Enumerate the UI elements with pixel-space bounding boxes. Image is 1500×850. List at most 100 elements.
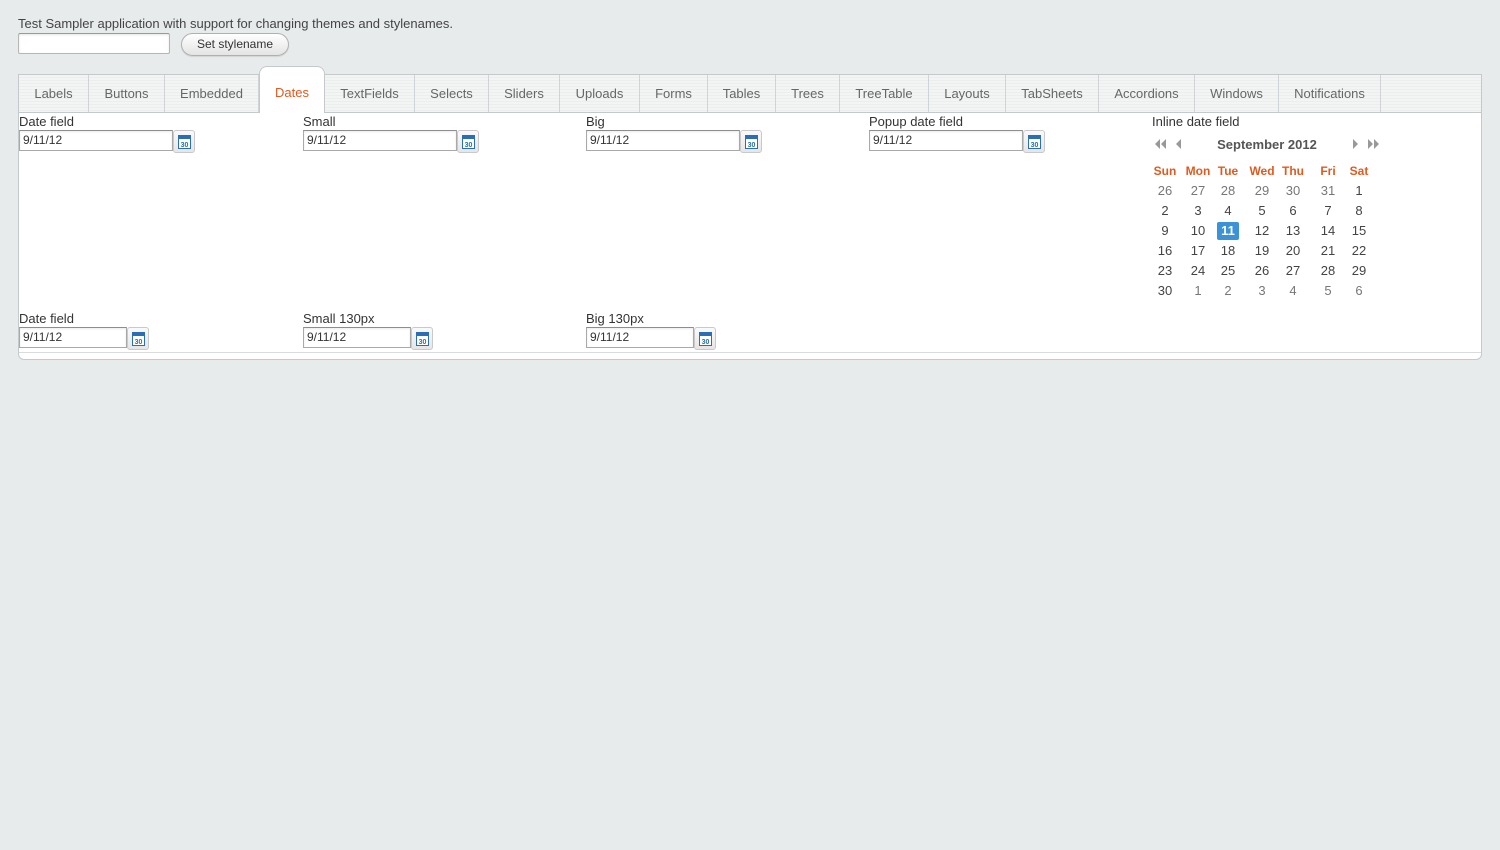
tab-tabsheets[interactable]: TabSheets xyxy=(1006,75,1099,112)
big-calendar-button[interactable]: 30 xyxy=(740,130,762,153)
next-month-button[interactable] xyxy=(1346,135,1364,153)
popup-date-input[interactable]: 9/11/12 xyxy=(869,130,1023,151)
calendar-day[interactable]: 24 xyxy=(1187,262,1209,280)
big-label: Big xyxy=(586,114,605,129)
weekday-label: Tue xyxy=(1217,164,1239,178)
calendar-day[interactable]: 5 xyxy=(1251,202,1273,220)
calendar-day[interactable]: 6 xyxy=(1348,282,1370,300)
inline-date-field-label: Inline date field xyxy=(1152,114,1240,129)
date-field-calendar-button-2[interactable]: 30 xyxy=(127,327,149,350)
big-date-input[interactable]: 9/11/12 xyxy=(586,130,740,151)
popup-calendar-button[interactable]: 30 xyxy=(1023,130,1045,153)
svg-text:30: 30 xyxy=(702,339,710,346)
calendar-day[interactable]: 12 xyxy=(1251,222,1273,240)
calendar-day[interactable]: 29 xyxy=(1348,262,1370,280)
calendar-day[interactable]: 26 xyxy=(1251,262,1273,280)
calendar-day[interactable]: 2 xyxy=(1154,202,1176,220)
calendar-day[interactable]: 19 xyxy=(1251,242,1273,260)
tab-notifications[interactable]: Notifications xyxy=(1279,75,1381,112)
calendar-day[interactable]: 1 xyxy=(1187,282,1209,300)
small-calendar-button[interactable]: 30 xyxy=(457,130,479,153)
tab-selects[interactable]: Selects xyxy=(415,75,489,112)
tab-labels[interactable]: Labels xyxy=(19,75,89,112)
stylename-input[interactable] xyxy=(18,33,170,54)
weekday-label: Fri xyxy=(1320,164,1336,178)
tab-sliders[interactable]: Sliders xyxy=(489,75,560,112)
weekday-label: Mon xyxy=(1185,164,1211,178)
calendar-day[interactable]: 1 xyxy=(1348,182,1370,200)
tab-treetable[interactable]: TreeTable xyxy=(840,75,929,112)
small-130px-label: Small 130px xyxy=(303,311,375,326)
calendar-day[interactable]: 21 xyxy=(1317,242,1339,260)
tab-windows[interactable]: Windows xyxy=(1195,75,1279,112)
set-stylename-button[interactable]: Set stylename xyxy=(181,33,289,56)
svg-text:30: 30 xyxy=(1031,142,1039,149)
double-right-arrow-icon xyxy=(1368,139,1379,149)
tab-tables[interactable]: Tables xyxy=(708,75,776,112)
big-130px-calendar-button[interactable]: 30 xyxy=(694,327,716,350)
small-130px-calendar-button[interactable]: 30 xyxy=(411,327,433,350)
date-field-input[interactable]: 9/11/12 xyxy=(19,130,173,151)
calendar-day[interactable]: 31 xyxy=(1317,182,1339,200)
tab-embedded[interactable]: Embedded xyxy=(165,75,259,112)
small-130px-input[interactable]: 9/11/12 xyxy=(303,327,411,348)
weekday-label: Sat xyxy=(1349,164,1369,178)
calendar-day[interactable]: 30 xyxy=(1282,182,1304,200)
right-arrow-icon xyxy=(1353,139,1358,149)
calendar-day[interactable]: 10 xyxy=(1187,222,1209,240)
calendar-day[interactable]: 27 xyxy=(1282,262,1304,280)
calendar-day[interactable]: 6 xyxy=(1282,202,1304,220)
calendar-day[interactable]: 13 xyxy=(1282,222,1304,240)
calendar-day[interactable]: 25 xyxy=(1217,262,1239,280)
calendar-day[interactable]: 5 xyxy=(1317,282,1339,300)
tab-dates[interactable]: Dates xyxy=(259,66,325,113)
calendar-day[interactable]: 20 xyxy=(1282,242,1304,260)
calendar-day[interactable]: 4 xyxy=(1217,202,1239,220)
calendar-day[interactable]: 17 xyxy=(1187,242,1209,260)
small-date-input[interactable]: 9/11/12 xyxy=(303,130,457,151)
date-field-input-2[interactable]: 9/11/12 xyxy=(19,327,127,348)
svg-text:30: 30 xyxy=(135,339,143,346)
tab-buttons[interactable]: Buttons xyxy=(89,75,165,112)
weekday-label: Thu xyxy=(1282,164,1304,178)
svg-text:30: 30 xyxy=(181,142,189,149)
next-year-button[interactable] xyxy=(1364,135,1382,153)
calendar-day[interactable]: 18 xyxy=(1217,242,1239,260)
calendar-day[interactable]: 15 xyxy=(1348,222,1370,240)
calendar-day[interactable]: 28 xyxy=(1217,182,1239,200)
date-field-label: Date field xyxy=(19,114,74,129)
calendar-day[interactable]: 9 xyxy=(1154,222,1176,240)
calendar-day[interactable]: 7 xyxy=(1317,202,1339,220)
calendar-day[interactable]: 27 xyxy=(1187,182,1209,200)
tab-uploads[interactable]: Uploads xyxy=(560,75,640,112)
calendar-day[interactable]: 8 xyxy=(1348,202,1370,220)
calendar-day[interactable]: 3 xyxy=(1187,202,1209,220)
calendar-day[interactable]: 3 xyxy=(1251,282,1273,300)
big-130px-label: Big 130px xyxy=(586,311,644,326)
calendar-day[interactable]: 14 xyxy=(1317,222,1339,240)
tab-forms[interactable]: Forms xyxy=(640,75,708,112)
tab-accordions[interactable]: Accordions xyxy=(1099,75,1195,112)
small-label: Small xyxy=(303,114,336,129)
calendar-day[interactable]: 4 xyxy=(1282,282,1304,300)
calendar-day[interactable]: 28 xyxy=(1317,262,1339,280)
svg-text:30: 30 xyxy=(465,142,473,149)
tab-trees[interactable]: Trees xyxy=(776,75,840,112)
calendar-day[interactable]: 26 xyxy=(1154,182,1176,200)
calendar-day[interactable]: 23 xyxy=(1154,262,1176,280)
big-130px-input[interactable]: 9/11/12 xyxy=(586,327,694,348)
calendar-day[interactable]: 16 xyxy=(1154,242,1176,260)
calendar-day[interactable]: 22 xyxy=(1348,242,1370,260)
calendar-day[interactable]: 30 xyxy=(1154,282,1176,300)
calendar-day[interactable]: 11 xyxy=(1217,222,1239,240)
intro-text: Test Sampler application with support fo… xyxy=(18,16,454,31)
weekday-label: Sun xyxy=(1153,164,1177,178)
svg-text:30: 30 xyxy=(419,339,427,346)
calendar-day[interactable]: 29 xyxy=(1251,182,1273,200)
tab-textfields[interactable]: TextFields xyxy=(325,75,415,112)
popup-date-field-label: Popup date field xyxy=(869,114,963,129)
date-field-calendar-button[interactable]: 30 xyxy=(173,130,195,153)
calendar-day[interactable]: 2 xyxy=(1217,282,1239,300)
tab-layouts[interactable]: Layouts xyxy=(929,75,1006,112)
date-field-label-2: Date field xyxy=(19,311,74,326)
